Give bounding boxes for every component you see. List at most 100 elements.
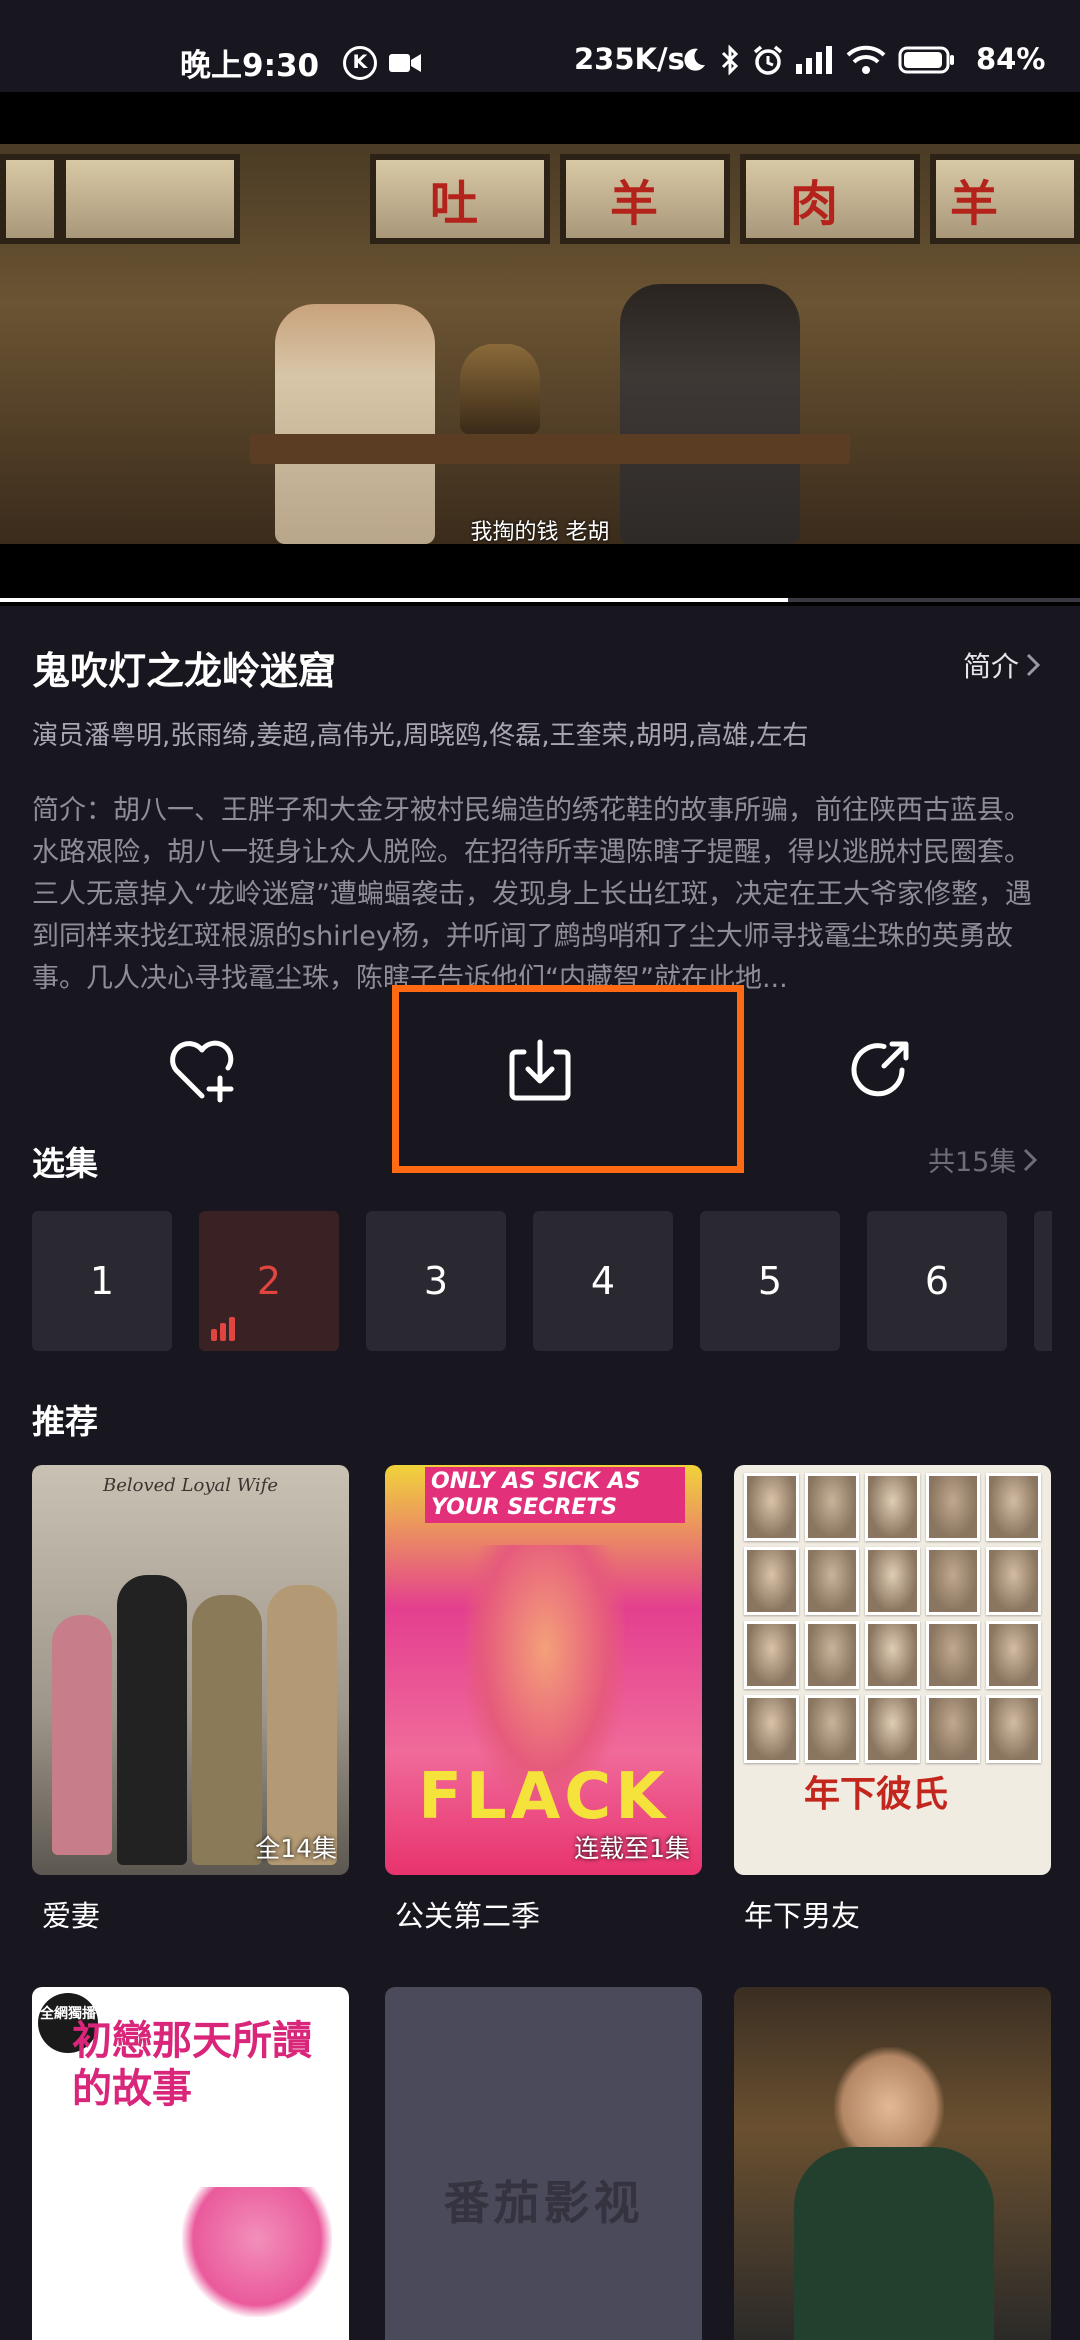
- episode-total-link[interactable]: 共15集: [928, 1140, 1038, 1179]
- poster-photo: [744, 1621, 799, 1689]
- poster-photo: [804, 1695, 860, 1763]
- wifi-icon: [846, 45, 886, 74]
- episode-number: 5: [757, 1259, 783, 1303]
- scene-table: [250, 434, 850, 464]
- episode-button-partial[interactable]: [1034, 1211, 1052, 1351]
- battery-icon: [898, 46, 954, 74]
- scene-hotpot: [460, 344, 540, 434]
- recommend-card[interactable]: ONLY AS SICK AS YOUR SECRETS FLACK 连载至1集…: [385, 1465, 702, 1935]
- episode-number: 1: [89, 1259, 115, 1303]
- episode-badge: 连载至1集: [574, 1834, 690, 1863]
- episode-number: 4: [590, 1259, 616, 1303]
- poster-photo: [925, 1547, 981, 1615]
- episode-button[interactable]: 4: [533, 1211, 673, 1351]
- poster-tagline: ONLY AS SICK AS YOUR SECRETS: [425, 1467, 685, 1523]
- share-icon: [851, 1041, 909, 1097]
- recommend-card[interactable]: Beloved Loyal Wife 全14集 爱妻: [32, 1465, 349, 1935]
- video-player[interactable]: 吐 羊 肉 羊 我掏的钱 老胡: [0, 92, 1080, 606]
- synopsis[interactable]: 简介：胡八一、王胖子和大金牙被村民编造的绣花鞋的故事所骗，前往陕西古蓝县。水路艰…: [32, 790, 1052, 1000]
- scene-decoration: 吐: [430, 176, 479, 232]
- chevron-right-icon: [1024, 1148, 1038, 1171]
- poster-photo: [865, 1473, 920, 1541]
- episode-list: 1 2 3 4 5 6: [32, 1211, 1052, 1351]
- intro-link[interactable]: 简介: [963, 645, 1041, 685]
- recommend-card[interactable]: 番茄影视: [385, 1987, 702, 2340]
- poster-photo: [865, 1621, 920, 1689]
- scene-window: [0, 154, 60, 244]
- k-app-icon: K: [343, 46, 377, 80]
- recommend-poster[interactable]: 全網獨播 初戀那天所讀的故事: [32, 1987, 349, 2340]
- poster-photo: [744, 1695, 799, 1763]
- recommend-card[interactable]: [734, 1987, 1051, 2340]
- show-title: 鬼吹灯之龙岭迷窟: [32, 649, 337, 693]
- chevron-right-icon: [1026, 653, 1041, 677]
- intro-link-label: 简介: [963, 650, 1020, 683]
- recommend-poster[interactable]: ONLY AS SICK AS YOUR SECRETS FLACK 连载至1集: [385, 1465, 702, 1875]
- poster-photo: [925, 1695, 981, 1763]
- battery-percent: 84%: [976, 42, 1046, 76]
- poster-photo-grid: [744, 1473, 1041, 1763]
- episode-button[interactable]: 2: [199, 1211, 339, 1351]
- poster-figure: [117, 1575, 187, 1865]
- download-highlight-box: [392, 985, 744, 1173]
- status-icons: [680, 44, 956, 76]
- poster-photo: [986, 1473, 1041, 1541]
- recommend-card[interactable]: 年下彼氏 年下男友: [734, 1465, 1051, 1935]
- recommend-section-title: 推荐: [32, 1402, 98, 1441]
- episode-badge: 全14集: [255, 1834, 337, 1863]
- poster-photo: [804, 1473, 860, 1541]
- poster-photo: [986, 1547, 1041, 1615]
- scene-decoration: 羊: [610, 176, 659, 232]
- poster-title: Beloved Loyal Wife: [103, 1475, 278, 1496]
- scene-decoration: 肉: [790, 176, 839, 232]
- poster-photo: [804, 1547, 860, 1615]
- recommend-poster[interactable]: 番茄影视: [385, 1987, 702, 2340]
- poster-figure: [192, 1595, 262, 1865]
- favorite-button[interactable]: [162, 1030, 242, 1110]
- clock: 晚上9:30: [180, 48, 320, 84]
- recommend-title: 年下男友: [744, 1899, 861, 1933]
- scene-person-left: [275, 304, 435, 544]
- recommend-poster[interactable]: [734, 1987, 1051, 2340]
- recommend-poster[interactable]: Beloved Loyal Wife 全14集: [32, 1465, 349, 1875]
- status-bar: 晚上9:30 K 235K/s 84%: [0, 0, 1080, 92]
- poster-figure: [52, 1615, 112, 1855]
- recommend-poster[interactable]: 年下彼氏: [734, 1465, 1051, 1875]
- poster-photo: [865, 1695, 920, 1763]
- scene-window: [60, 154, 240, 244]
- video-progress-fill: [0, 598, 789, 602]
- video-subtitle: 我掏的钱 老胡: [470, 520, 610, 545]
- recommend-title: 爱妻: [42, 1899, 101, 1933]
- poster-photo: [986, 1621, 1041, 1689]
- network-speed: 235K/s: [574, 42, 685, 76]
- episodes-section-title: 选集: [32, 1144, 98, 1183]
- poster-photo: [865, 1547, 920, 1615]
- episode-button[interactable]: 5: [700, 1211, 840, 1351]
- poster-title: 初戀那天所讀的故事: [72, 2018, 312, 2112]
- poster-photo: [925, 1621, 981, 1689]
- alarm-icon: [753, 45, 783, 75]
- heart-plus-icon: [170, 1040, 234, 1103]
- episode-number: 6: [924, 1259, 950, 1303]
- poster-title: 年下彼氏: [804, 1774, 949, 1815]
- poster-photo: [986, 1695, 1041, 1763]
- now-playing-icon: [211, 1317, 235, 1341]
- moon-icon: [684, 48, 705, 71]
- poster-figure: [182, 2187, 332, 2317]
- episode-number: 3: [423, 1259, 449, 1303]
- poster-photo: [804, 1621, 860, 1689]
- bluetooth-icon: [721, 45, 739, 75]
- video-record-icon: [389, 54, 421, 72]
- poster-photo: [744, 1473, 799, 1541]
- episode-button[interactable]: 1: [32, 1211, 172, 1351]
- scene-person-right: [620, 284, 800, 544]
- episode-button[interactable]: 3: [366, 1211, 506, 1351]
- share-button[interactable]: [840, 1030, 920, 1110]
- video-frame[interactable]: 吐 羊 肉 羊: [0, 144, 1080, 544]
- recommend-card[interactable]: 全網獨播 初戀那天所讀的故事: [32, 1987, 349, 2340]
- video-progress-bar[interactable]: [0, 598, 1080, 602]
- episode-button[interactable]: 6: [867, 1211, 1007, 1351]
- poster-photo: [744, 1547, 799, 1615]
- episode-total-label: 共15集: [928, 1147, 1017, 1178]
- poster-title: FLACK: [418, 1760, 669, 1834]
